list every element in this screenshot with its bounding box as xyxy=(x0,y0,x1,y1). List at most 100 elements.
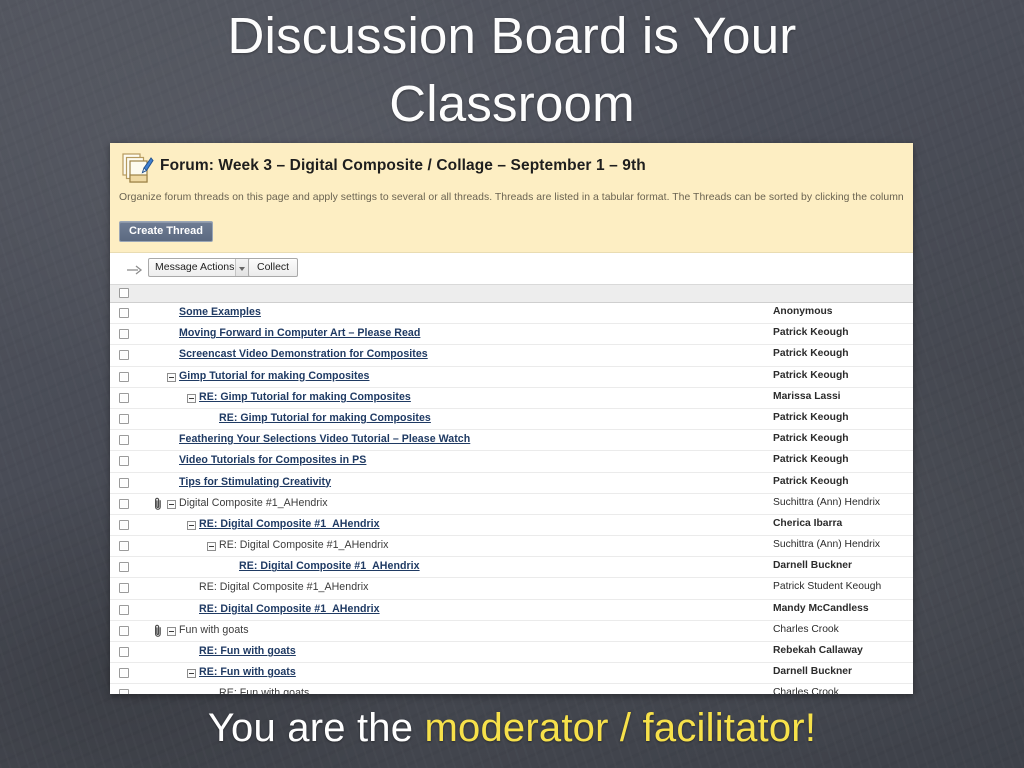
thread-row[interactable]: Gimp Tutorial for making Composites Patri… xyxy=(110,366,913,388)
thread-author: Patrick Keough xyxy=(773,454,849,466)
thread-subject-link[interactable]: Digital Composite #1_AHendrix xyxy=(179,497,328,509)
thread-subject-link[interactable]: Video Tutorials for Composites in PS xyxy=(179,454,366,466)
thread-author: Patrick Keough xyxy=(773,411,849,423)
thread-subject-link[interactable]: Feathering Your Selections Video Tutoria… xyxy=(179,433,470,445)
thread-author: Darnell Buckner xyxy=(773,560,852,572)
thread-subject-link[interactable]: RE: Digital Composite #1_AHendrix xyxy=(199,518,380,530)
thread-author: Darnell Buckner xyxy=(773,666,852,678)
thread-subject-link[interactable]: RE: Fun with goats xyxy=(219,687,309,694)
thread-subject-link[interactable]: RE: Fun with goats xyxy=(199,666,296,678)
thread-select-checkbox[interactable] xyxy=(119,413,129,424)
forum-screenshot-panel: Forum: Week 3 – Digital Composite / Coll… xyxy=(110,143,913,694)
collapse-toggle-icon[interactable] xyxy=(187,669,196,679)
forum-description: Organize forum threads on this page and … xyxy=(119,192,904,203)
thread-select-checkbox[interactable] xyxy=(119,604,129,615)
thread-row[interactable]: RE: Gimp Tutorial for making Composites P… xyxy=(110,408,913,431)
collapse-toggle-icon[interactable] xyxy=(167,372,176,382)
thread-subject-link[interactable]: Some Examples xyxy=(179,306,261,318)
forum-documents-pen-icon xyxy=(120,152,154,184)
thread-subject-link[interactable]: Screencast Video Demonstration for Compo… xyxy=(179,348,428,360)
thread-row[interactable]: RE: Digital Composite #1_AHendrix Mandy M… xyxy=(110,599,913,621)
thread-author: Patrick Keough xyxy=(773,327,849,339)
headline-line-2: Classroom xyxy=(389,75,635,132)
collapse-toggle-icon[interactable] xyxy=(207,542,216,552)
collect-button[interactable]: Collect xyxy=(248,258,299,277)
thread-select-checkbox[interactable] xyxy=(119,562,129,573)
thread-subject-link[interactable]: Gimp Tutorial for making Composites xyxy=(179,370,370,382)
thread-subject-link[interactable]: RE: Digital Composite #1_AHendrix xyxy=(239,560,420,572)
thread-author: Cherica Ibarra xyxy=(773,517,843,529)
thread-author: Mandy McCandless xyxy=(773,602,869,614)
thread-author: Patrick Keough xyxy=(773,369,849,381)
caption-plain-text: You are the xyxy=(207,706,425,750)
thread-select-checkbox[interactable] xyxy=(119,435,129,446)
thread-row[interactable]: Fun with goats Charles Crook xyxy=(110,620,913,642)
message-actions-label: Message Actions xyxy=(155,261,235,273)
thread-row[interactable]: Screencast Video Demonstration for Compo… xyxy=(110,345,913,367)
forum-header: Forum: Week 3 – Digital Composite / Coll… xyxy=(110,143,913,253)
thread-select-checkbox[interactable] xyxy=(119,668,129,679)
select-all-checkbox[interactable] xyxy=(119,288,129,298)
thread-row[interactable]: Feathering Your Selections Video Tutoria… xyxy=(110,430,913,452)
thread-row[interactable]: RE: Digital Composite #1_AHendrix Patrick… xyxy=(110,578,913,600)
thread-subject-link[interactable]: RE: Digital Composite #1_AHendrix xyxy=(219,539,388,551)
thread-row[interactable]: RE: Gimp Tutorial for making Composites M… xyxy=(110,387,913,409)
thread-row[interactable]: RE: Digital Composite #1_AHendrix Suchitt… xyxy=(110,536,913,558)
thread-select-checkbox[interactable] xyxy=(119,308,129,318)
thread-select-checkbox[interactable] xyxy=(119,392,129,403)
collapse-toggle-icon[interactable] xyxy=(187,520,196,530)
thread-select-checkbox[interactable] xyxy=(119,541,129,552)
caption-highlight-text: moderator / facilitator! xyxy=(424,706,817,750)
thread-author: Suchittra (Ann) Hendrix xyxy=(773,496,881,508)
thread-author: Suchittra (Ann) Hendrix xyxy=(773,539,881,551)
thread-select-checkbox[interactable] xyxy=(119,329,129,340)
thread-author: Patrick Student Keough xyxy=(773,581,882,593)
thread-select-checkbox[interactable] xyxy=(119,371,129,382)
collapse-toggle-icon[interactable] xyxy=(167,499,176,509)
thread-select-checkbox[interactable] xyxy=(119,647,129,657)
thread-subject-link[interactable]: RE: Gimp Tutorial for making Composites xyxy=(219,412,431,424)
thread-author: Charles Crook xyxy=(773,687,839,694)
collapse-toggle-icon[interactable] xyxy=(187,393,196,403)
thread-row[interactable]: RE: Digital Composite #1_AHendrix Cherica… xyxy=(110,514,913,537)
create-thread-button[interactable]: Create Thread xyxy=(119,221,213,242)
thread-select-checkbox[interactable] xyxy=(119,689,129,694)
thread-row[interactable]: RE: Fun with goats Charles Crook xyxy=(110,684,913,694)
thread-select-checkbox[interactable] xyxy=(119,519,129,530)
thread-table-header xyxy=(110,285,913,303)
thread-subject-link[interactable]: RE: Digital Composite #1_AHendrix xyxy=(199,603,380,615)
thread-row[interactable]: RE: Fun with goats Darnell Buckner xyxy=(110,663,913,685)
collapse-toggle-icon[interactable] xyxy=(167,626,176,636)
thread-author: Patrick Keough xyxy=(773,475,849,487)
thread-row[interactable]: Digital Composite #1_AHendrix Suchittra (… xyxy=(110,493,913,515)
thread-select-checkbox[interactable] xyxy=(119,625,129,636)
thread-author: Charles Crook xyxy=(773,623,839,635)
headline-line-1: Discussion Board is Your xyxy=(227,7,797,64)
thread-row[interactable]: Tips for Stimulating Creativity Patrick K… xyxy=(110,472,913,494)
slide-caption: You are the moderator / facilitator! xyxy=(0,703,1024,753)
forum-title: Forum: Week 3 – Digital Composite / Coll… xyxy=(160,157,646,174)
thread-row[interactable]: Moving Forward in Computer Art – Please … xyxy=(110,324,913,346)
thread-subject-link[interactable]: Moving Forward in Computer Art – Please … xyxy=(179,327,420,339)
thread-row[interactable]: Video Tutorials for Composites in PS Patr… xyxy=(110,451,913,473)
message-actions-dropdown[interactable]: Message Actions xyxy=(148,258,254,277)
thread-author: Patrick Keough xyxy=(773,433,849,445)
thread-subject-link[interactable]: RE: Gimp Tutorial for making Composites xyxy=(199,391,411,403)
thread-row[interactable]: RE: Digital Composite #1_AHendrix Darnell… xyxy=(110,557,913,579)
thread-row[interactable]: Some Examples Anonymous xyxy=(110,303,913,325)
thread-select-checkbox[interactable] xyxy=(119,477,129,488)
thread-row[interactable]: RE: Fun with goats Rebekah Callaway xyxy=(110,642,913,664)
thread-select-checkbox[interactable] xyxy=(119,350,129,361)
thread-select-checkbox[interactable] xyxy=(119,583,129,594)
thread-select-checkbox[interactable] xyxy=(119,498,129,509)
thread-select-checkbox[interactable] xyxy=(119,456,129,467)
attachment-paperclip-icon xyxy=(154,497,163,511)
thread-list: Some Examples Anonymous Moving Forward in … xyxy=(110,303,913,694)
thread-author: Rebekah Callaway xyxy=(773,645,863,656)
attachment-paperclip-icon xyxy=(154,624,163,638)
thread-subject-link[interactable]: Fun with goats xyxy=(179,624,249,636)
thread-subject-link[interactable]: Tips for Stimulating Creativity xyxy=(179,476,331,488)
thread-subject-link[interactable]: RE: Digital Composite #1_AHendrix xyxy=(199,581,368,593)
thread-subject-link[interactable]: RE: Fun with goats xyxy=(199,645,296,657)
thread-author: Marissa Lassi xyxy=(773,390,841,402)
